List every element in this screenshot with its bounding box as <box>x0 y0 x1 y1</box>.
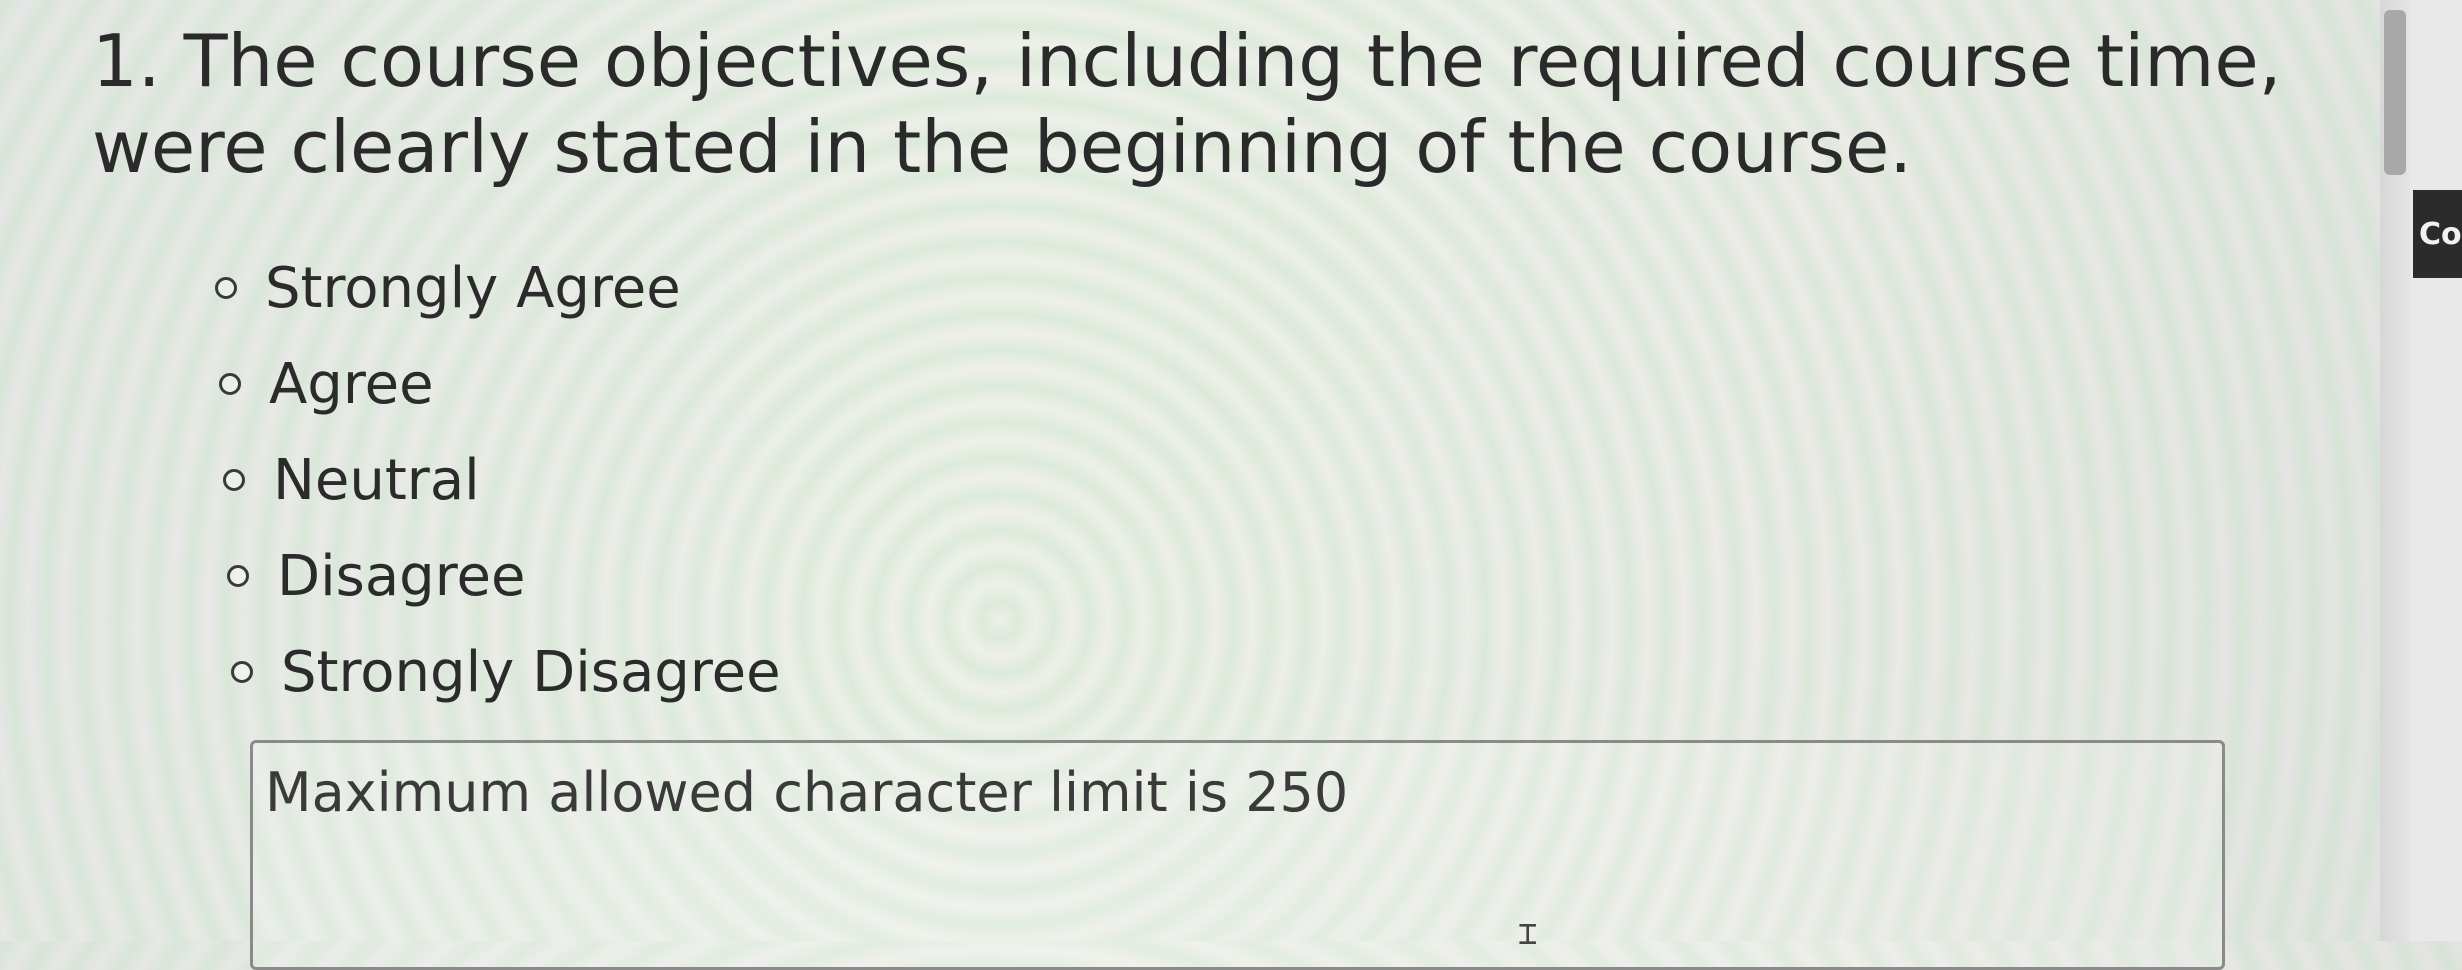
option-strongly-disagree[interactable]: Strongly Disagree <box>231 624 781 720</box>
radio-unselected-icon[interactable] <box>231 661 253 683</box>
option-disagree[interactable]: Disagree <box>227 528 781 624</box>
radio-unselected-icon[interactable] <box>227 565 249 587</box>
question-number: 1. <box>92 19 161 103</box>
side-panel-button[interactable]: Co <box>2413 190 2462 278</box>
question-heading: 1. The course objectives, including the … <box>92 18 2292 190</box>
option-label: Neutral <box>273 447 480 513</box>
radio-unselected-icon[interactable] <box>215 277 237 299</box>
radio-unselected-icon[interactable] <box>219 373 241 395</box>
option-label: Strongly Agree <box>265 255 681 321</box>
option-label: Strongly Disagree <box>281 639 781 705</box>
comment-textarea[interactable] <box>250 740 2225 970</box>
option-label: Disagree <box>277 543 526 609</box>
scrollbar-thumb[interactable] <box>2384 10 2406 175</box>
radio-unselected-icon[interactable] <box>223 469 245 491</box>
survey-page: 1. The course objectives, including the … <box>0 0 2330 970</box>
option-strongly-agree[interactable]: Strongly Agree <box>215 240 781 336</box>
side-panel <box>2410 0 2462 941</box>
option-neutral[interactable]: Neutral <box>223 432 781 528</box>
option-label: Agree <box>269 351 434 417</box>
text-cursor-icon: ⌶ <box>1518 914 1538 952</box>
answer-options: Strongly Agree Agree Neutral Disagree St… <box>215 240 781 720</box>
question-text: The course objectives, including the req… <box>92 19 2282 189</box>
option-agree[interactable]: Agree <box>219 336 781 432</box>
